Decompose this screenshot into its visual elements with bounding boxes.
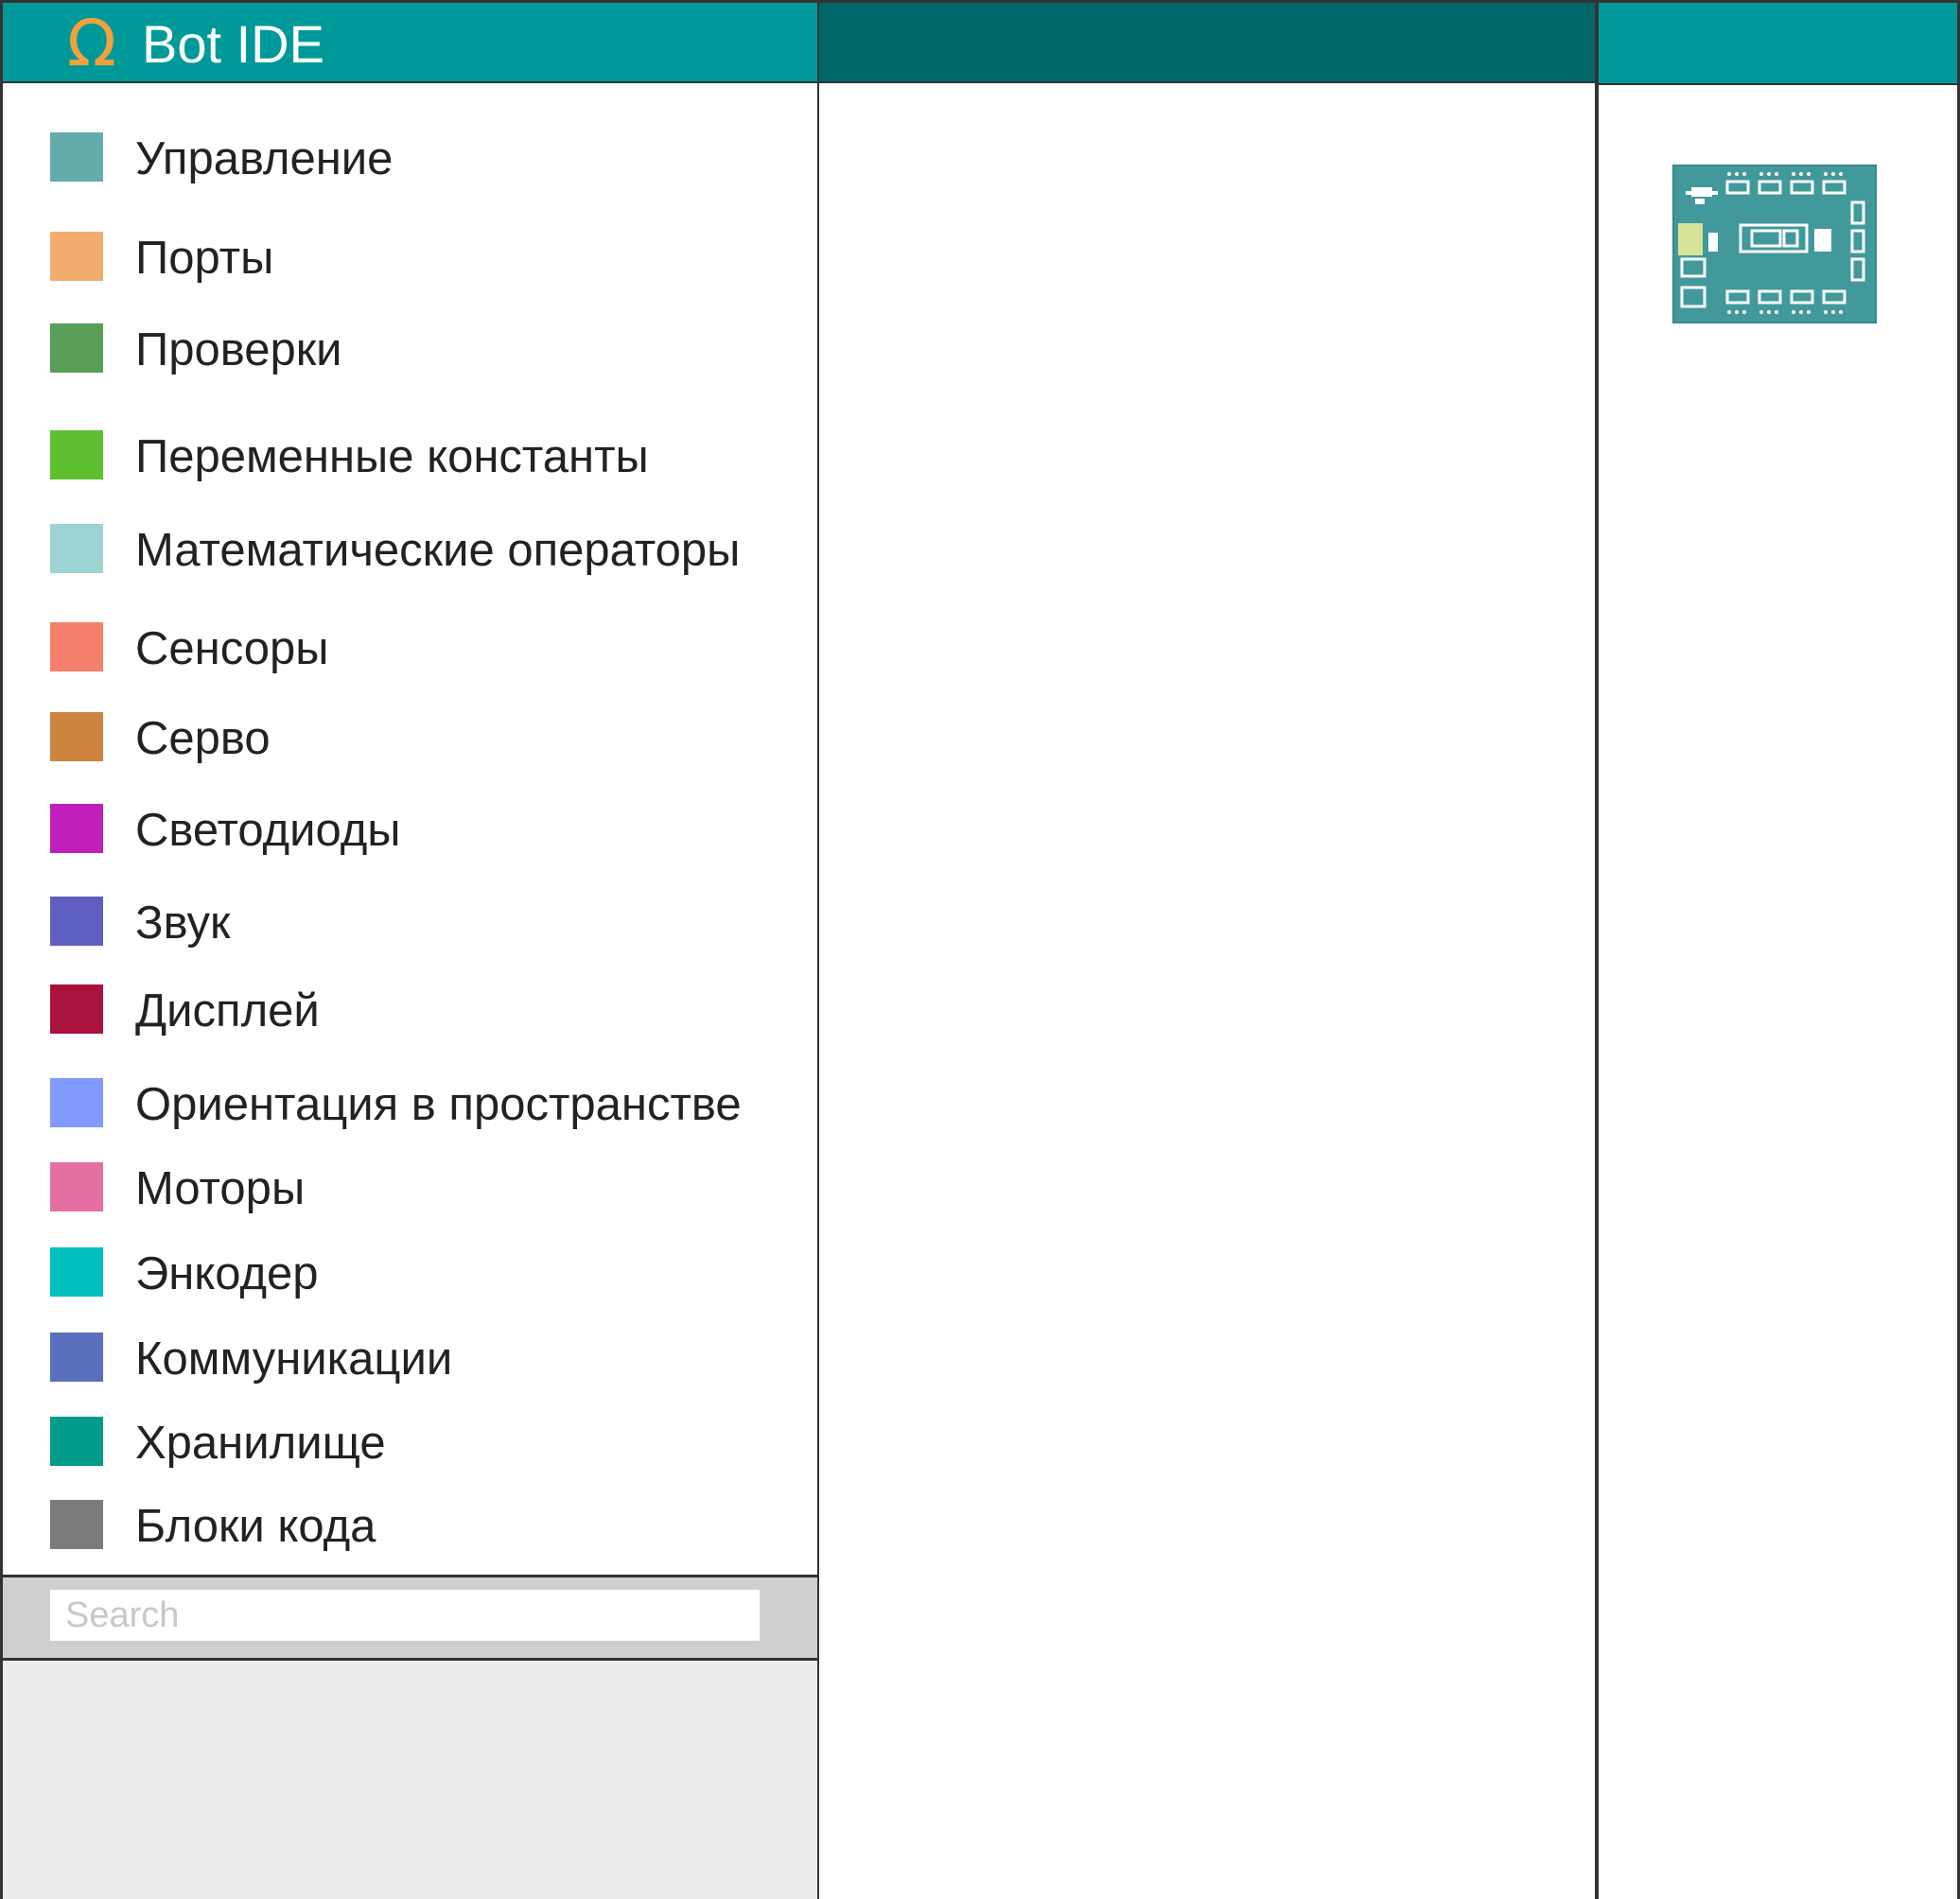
category-label: Переменные константы [135, 431, 649, 482]
category-encoder[interactable]: Энкодер [3, 1247, 817, 1300]
category-list: Управление Порты Проверки Переменные кон… [3, 83, 817, 1577]
workspace-header [819, 0, 1595, 83]
category-swatch [50, 1333, 103, 1382]
category-swatch [50, 132, 103, 182]
category-swatch [50, 524, 103, 573]
category-label: Дисплей [135, 985, 320, 1037]
category-label: Ориентация в пространстве [135, 1079, 742, 1130]
category-control[interactable]: Управление [3, 132, 817, 185]
category-leds[interactable]: Светодиоды [3, 804, 817, 857]
category-checks[interactable]: Проверки [3, 323, 817, 376]
category-swatch [50, 1078, 103, 1127]
search-bar [3, 1577, 817, 1661]
category-label: Управление [135, 133, 394, 184]
category-swatch [50, 984, 103, 1034]
category-math[interactable]: Математические операторы [3, 524, 817, 577]
category-swatch [50, 712, 103, 761]
category-ports[interactable]: Порты [3, 232, 817, 285]
preview-panel [1597, 0, 1960, 1899]
category-label: Хранилище [135, 1418, 386, 1469]
category-swatch [50, 323, 103, 373]
category-display[interactable]: Дисплей [3, 984, 817, 1037]
omega-logo-icon: Ω [67, 7, 116, 81]
category-label: Проверки [135, 324, 342, 375]
category-swatch [50, 897, 103, 946]
category-label: Звук [135, 897, 231, 949]
workspace[interactable] [819, 0, 1597, 1899]
category-variables[interactable]: Переменные константы [3, 430, 817, 483]
bot-ide-app: Ω Bot IDE Управление Порты Проверки Пере… [0, 0, 1960, 1899]
category-swatch [50, 430, 103, 479]
app-header: Ω Bot IDE [3, 0, 817, 83]
app-title: Bot IDE [142, 14, 324, 74]
toolbox-panel: Ω Bot IDE Управление Порты Проверки Пере… [0, 0, 819, 1899]
category-orientation[interactable]: Ориентация в пространстве [3, 1078, 817, 1131]
category-swatch [50, 1500, 103, 1549]
category-swatch [50, 804, 103, 853]
controller-board-icon[interactable] [1672, 165, 1877, 323]
preview-header [1599, 0, 1957, 85]
category-swatch [50, 622, 103, 671]
category-servo[interactable]: Серво [3, 712, 817, 765]
category-label: Энкодер [135, 1248, 319, 1299]
category-label: Светодиоды [135, 805, 401, 856]
category-sensors[interactable]: Сенсоры [3, 622, 817, 675]
category-label: Моторы [135, 1163, 306, 1214]
category-label: Блоки кода [135, 1501, 376, 1552]
category-motors[interactable]: Моторы [3, 1162, 817, 1215]
category-label: Порты [135, 233, 274, 284]
category-code-blocks[interactable]: Блоки кода [3, 1500, 817, 1553]
category-sound[interactable]: Звук [3, 897, 817, 950]
category-swatch [50, 1417, 103, 1466]
category-label: Сенсоры [135, 623, 329, 674]
category-storage[interactable]: Хранилище [3, 1417, 817, 1470]
category-communications[interactable]: Коммуникации [3, 1333, 817, 1385]
category-swatch [50, 232, 103, 281]
category-label: Коммуникации [135, 1333, 453, 1385]
category-label: Математические операторы [135, 525, 741, 576]
category-label: Серво [135, 713, 271, 764]
search-input[interactable] [50, 1590, 760, 1641]
category-swatch [50, 1162, 103, 1211]
category-swatch [50, 1247, 103, 1297]
